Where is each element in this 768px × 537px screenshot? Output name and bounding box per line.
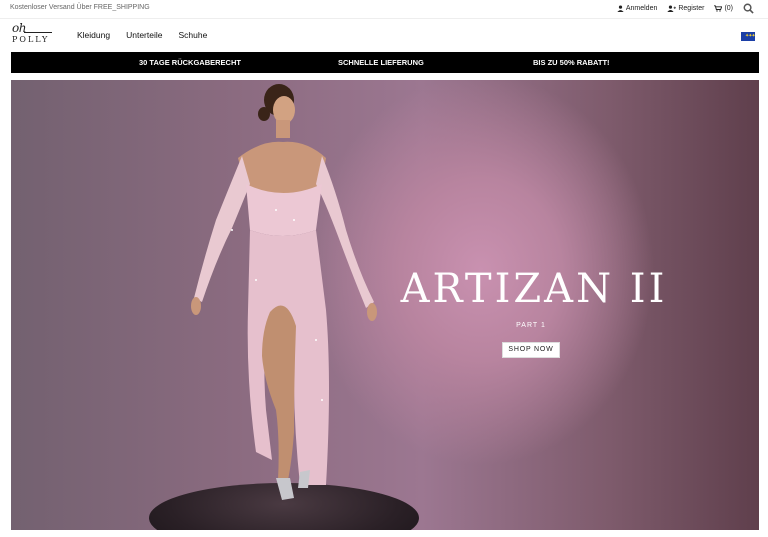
nav-item-unterteile[interactable]: Unterteile	[126, 30, 162, 40]
main-nav: Kleidung Unterteile Schuhe	[77, 30, 207, 40]
user-icon	[617, 5, 624, 12]
eu-flag-icon[interactable]: ✦✦✦	[741, 32, 756, 41]
usp-bar: 30 TAGE RÜCKGABERECHT SCHNELLE LIEFERUNG…	[11, 52, 759, 73]
main-header: oh POLLY Kleidung Unterteile Schuhe ✦✦✦	[0, 20, 768, 50]
login-label: Anmelden	[625, 5, 658, 12]
hero-subline: PART 1	[516, 322, 546, 329]
top-utility-bar: Kostenloser Versand Über FREE_SHIPPING A…	[0, 0, 768, 19]
cart-icon	[714, 5, 723, 12]
nav-item-kleidung[interactable]: Kleidung	[77, 30, 110, 40]
register-link[interactable]: Register	[667, 5, 704, 12]
usp-returns: 30 TAGE RÜCKGABERECHT	[139, 58, 241, 67]
cart-link[interactable]: (0)	[714, 5, 733, 12]
register-label: Register	[678, 5, 705, 12]
account-links: Anmelden Register (0)	[617, 3, 754, 14]
search-button[interactable]	[743, 3, 754, 14]
logo-word: POLLY	[12, 35, 50, 44]
logo-underline	[24, 32, 52, 33]
cart-count: (0)	[724, 5, 733, 12]
usp-delivery: SCHNELLE LIEFERUNG	[338, 58, 424, 67]
usp-discount: BIS ZU 50% RABATT!	[533, 58, 610, 67]
shipping-promo-text: Kostenloser Versand Über FREE_SHIPPING	[10, 4, 150, 11]
search-icon	[743, 3, 754, 14]
nav-item-schuhe[interactable]: Schuhe	[178, 30, 207, 40]
brand-logo[interactable]: oh POLLY	[10, 21, 56, 48]
shop-now-button[interactable]: SHOP NOW	[502, 342, 560, 358]
login-link[interactable]: Anmelden	[617, 5, 658, 12]
model-image	[191, 84, 377, 500]
hero-headline: ARTIZAN II	[400, 266, 668, 312]
user-plus-icon	[667, 5, 677, 12]
hero-banner[interactable]: ARTIZAN II PART 1 SHOP NOW	[11, 80, 759, 530]
